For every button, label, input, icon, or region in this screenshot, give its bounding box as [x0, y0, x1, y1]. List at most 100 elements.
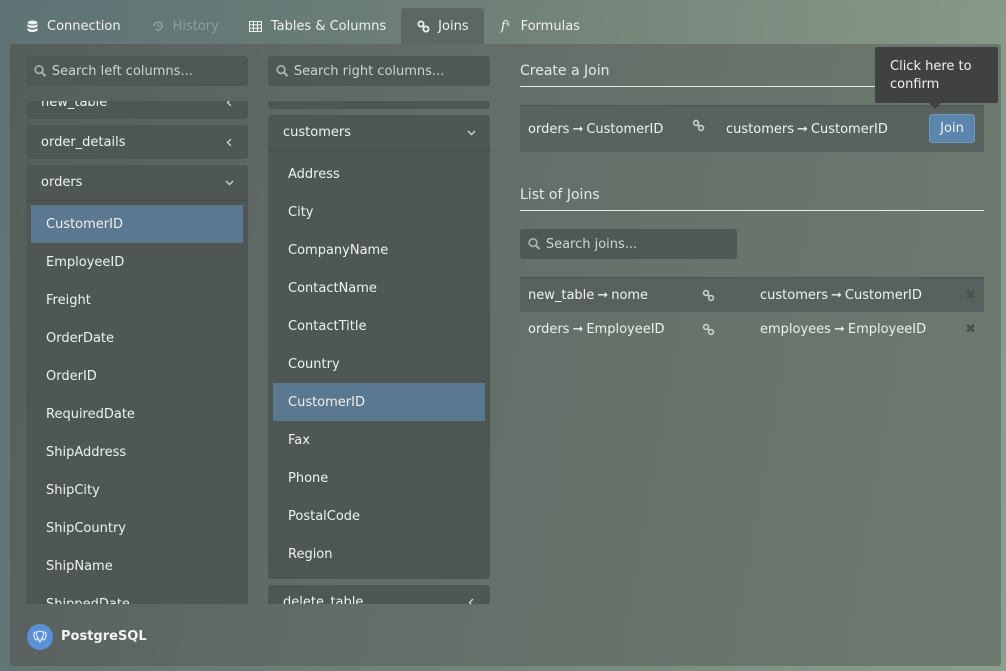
chevron-left-icon [224, 137, 234, 147]
column-item[interactable]: PostalCode [273, 497, 485, 535]
table-icon [249, 20, 263, 32]
join-button[interactable]: Join [929, 114, 975, 143]
join-row[interactable]: orders ➞ EmployeeID employees ➞ Employee… [520, 312, 984, 347]
tab-tables-columns[interactable]: Tables & Columns [234, 8, 401, 44]
column-item[interactable]: ShipName [31, 547, 243, 585]
left-join-field: orders ➞ EmployeeID [528, 322, 665, 337]
column-list: Address City CompanyName ContactName Con… [268, 151, 490, 579]
left-column: EmployeeID [586, 322, 665, 337]
function-icon: fx [500, 18, 511, 34]
link-icon [692, 119, 705, 136]
right-column: CustomerID [844, 287, 922, 303]
column-item[interactable]: OrderID [31, 357, 243, 395]
table-item-partial [268, 101, 490, 109]
column-item-selected[interactable]: CustomerID [273, 383, 485, 421]
column-item[interactable]: Region [273, 535, 485, 573]
table-name: delete_table [283, 594, 364, 605]
column-item[interactable]: ShippedDate [31, 585, 243, 605]
table-item-expanded[interactable]: orders CustomerID EmployeeID Freight Ord… [26, 165, 248, 604]
table-name: customers [283, 125, 351, 140]
create-join-heading: Create a Join [520, 63, 610, 79]
column-item[interactable]: Address [273, 155, 485, 193]
right-join-field: customers ➞ CustomerID [726, 122, 888, 137]
tab-bar: Connection History Tables & Columns Join… [10, 8, 595, 44]
history-icon [151, 20, 165, 32]
column-item[interactable]: Freight [31, 281, 243, 319]
right-columns-search-input[interactable] [293, 63, 490, 79]
column-item[interactable]: ContactTitle [273, 307, 485, 345]
left-columns-search-input[interactable] [51, 63, 248, 79]
delete-join-icon[interactable]: ✖ [965, 288, 976, 303]
column-item[interactable]: Phone [273, 459, 485, 497]
chevron-left-icon [224, 101, 234, 107]
arrow-right-icon: ➞ [797, 121, 808, 137]
column-item[interactable]: ContactName [273, 269, 485, 307]
left-table-list[interactable]: new_table order_details orders CustomerI… [26, 101, 248, 604]
right-table-list[interactable]: customers Address City CompanyName Conta… [268, 101, 490, 604]
chevron-left-icon [466, 597, 476, 604]
table-header[interactable]: customers [268, 115, 490, 151]
joins-search[interactable] [520, 229, 737, 259]
link-icon [702, 323, 715, 340]
column-item[interactable]: RequiredDate [31, 395, 243, 433]
tab-joins[interactable]: Joins [401, 8, 484, 44]
table-header[interactable]: delete_table [268, 585, 490, 604]
column-item[interactable]: Country [273, 345, 485, 383]
list-of-joins-heading: List of Joins [520, 187, 600, 203]
left-columns-search[interactable] [26, 56, 248, 86]
left-table: new_table [528, 287, 595, 303]
right-join-field: employees ➞ EmployeeID [760, 322, 926, 337]
link-icon [702, 289, 715, 306]
left-column: CustomerID [586, 121, 664, 137]
table-item[interactable]: delete_table [268, 585, 490, 604]
tab-connection[interactable]: Connection [10, 8, 136, 44]
column-item[interactable]: EmployeeID [31, 243, 243, 281]
arrow-right-icon: ➞ [597, 287, 609, 303]
table-name: orders [41, 175, 83, 190]
left-join-field: orders ➞ CustomerID [528, 122, 663, 137]
column-item[interactable]: Fax [273, 421, 485, 459]
left-table: orders [528, 322, 570, 337]
column-item-selected[interactable]: CustomerID [31, 205, 243, 243]
column-item[interactable]: CompanyName [273, 231, 485, 269]
tab-label: Connection [47, 18, 121, 34]
arrow-right-icon: ➞ [572, 121, 584, 137]
left-table: orders [528, 121, 570, 137]
join-row[interactable]: new_table ➞ nome customers ➞ CustomerID … [520, 277, 984, 312]
table-name: order_details [41, 134, 126, 150]
column-item[interactable]: ShipAddress [31, 433, 243, 471]
search-icon [528, 237, 541, 250]
column-item[interactable]: ShipCountry [31, 509, 243, 547]
delete-join-icon[interactable]: ✖ [965, 322, 976, 337]
left-column: nome [611, 287, 649, 303]
table-header[interactable]: new_table [26, 101, 248, 119]
right-table: employees [760, 322, 831, 337]
tab-formulas[interactable]: fx Formulas [484, 8, 595, 44]
link-icon [416, 20, 430, 33]
left-join-field: new_table ➞ nome [528, 288, 648, 303]
table-item-expanded[interactable]: customers Address City CompanyName Conta… [268, 115, 490, 579]
right-columns-search[interactable] [268, 56, 490, 86]
right-join-field: customers ➞ CustomerID [760, 288, 922, 303]
chevron-down-icon [466, 128, 476, 138]
column-item[interactable]: OrderDate [31, 319, 243, 357]
right-column: CustomerID [810, 121, 888, 137]
arrow-right-icon: ➞ [572, 322, 584, 337]
table-item[interactable]: order_details [26, 125, 248, 159]
arrow-right-icon: ➞ [833, 322, 845, 337]
tab-label: Tables & Columns [270, 18, 387, 34]
confirm-tooltip: Click here to confirm [875, 47, 998, 109]
table-header[interactable]: orders [26, 165, 248, 201]
column-item[interactable]: City [273, 193, 485, 231]
pending-join-row: orders ➞ CustomerID customers ➞ Customer… [520, 105, 984, 152]
column-item[interactable]: ShipCity [31, 471, 243, 509]
joins-search-input[interactable] [545, 236, 737, 252]
table-item[interactable]: new_table [26, 101, 248, 119]
table-header[interactable]: order_details [26, 125, 248, 159]
search-icon [34, 64, 47, 77]
tab-label: History [172, 18, 219, 34]
database-icon [25, 20, 39, 33]
database-name: PostgreSQL [61, 629, 147, 644]
column-list: CustomerID EmployeeID Freight OrderDate … [26, 201, 248, 604]
right-column: EmployeeID [847, 322, 927, 337]
